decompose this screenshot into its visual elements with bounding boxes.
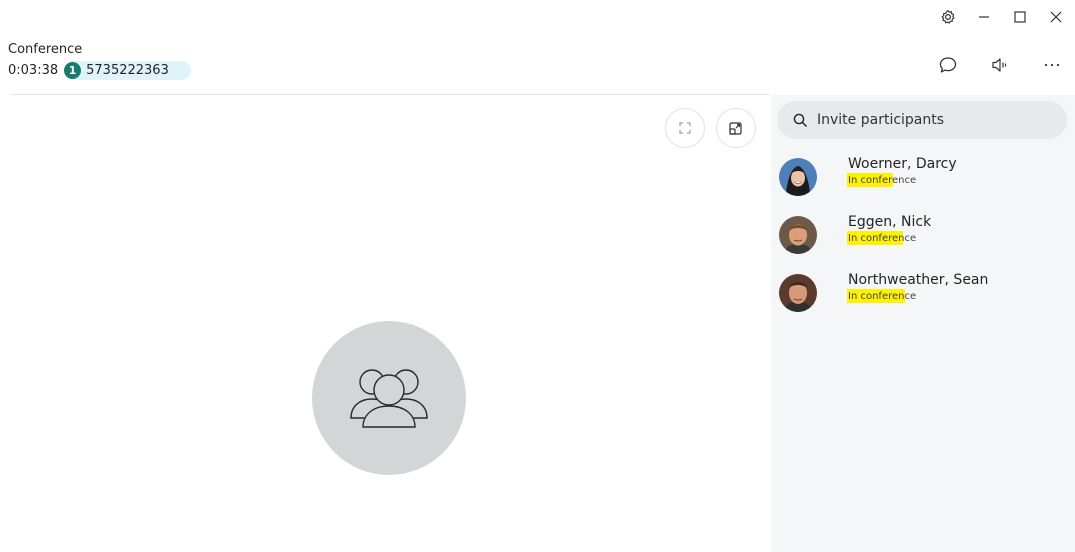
maximize-icon[interactable] — [1009, 6, 1031, 28]
conference-number-pill[interactable]: 1 5735222363 — [64, 60, 191, 80]
avatar — [779, 216, 817, 254]
invite-search-field[interactable]: Invite participants — [777, 101, 1067, 139]
participant-name: Eggen, Nick — [848, 214, 932, 230]
window-controls — [937, 6, 1067, 28]
group-avatar — [312, 321, 466, 475]
search-placeholder: Invite participants — [817, 112, 945, 128]
group-icon — [346, 364, 432, 432]
video-stage — [10, 95, 770, 552]
participant-count-badge: 1 — [64, 61, 82, 79]
header-actions — [935, 52, 1065, 78]
avatar — [779, 274, 817, 312]
participant-status: In conference — [848, 291, 917, 302]
conference-number: 5735222363 — [86, 62, 169, 78]
participant-item[interactable]: Woerner, Darcy In conference — [779, 153, 1071, 199]
participant-name: Woerner, Darcy — [848, 156, 957, 172]
participant-name: Northweather, Sean — [848, 272, 989, 288]
participants-panel: Invite participants Woerner, Darcy In co… — [771, 95, 1075, 552]
avatar — [779, 158, 817, 196]
participant-status: In conference — [848, 233, 917, 244]
participant-status: In conference — [848, 175, 917, 186]
more-icon[interactable] — [1039, 52, 1065, 78]
gear-icon[interactable] — [937, 6, 959, 28]
chat-icon[interactable] — [935, 52, 961, 78]
popout-icon[interactable] — [716, 108, 756, 148]
conference-meta: 0:03:38 1 5735222363 — [8, 60, 191, 80]
speaker-icon[interactable] — [987, 52, 1013, 78]
participant-item[interactable]: Northweather, Sean In conference — [779, 269, 1071, 315]
participant-item[interactable]: Eggen, Nick In conference — [779, 211, 1071, 257]
conference-window: Conference 0:03:38 1 5735222363 Invite p… — [0, 0, 1075, 552]
fullscreen-icon[interactable] — [665, 108, 705, 148]
minimize-icon[interactable] — [973, 6, 995, 28]
search-icon — [793, 112, 809, 128]
close-icon[interactable] — [1045, 6, 1067, 28]
conference-header: Conference 0:03:38 1 5735222363 — [8, 42, 191, 80]
conference-title: Conference — [8, 42, 83, 57]
call-duration: 0:03:38 — [8, 62, 59, 78]
